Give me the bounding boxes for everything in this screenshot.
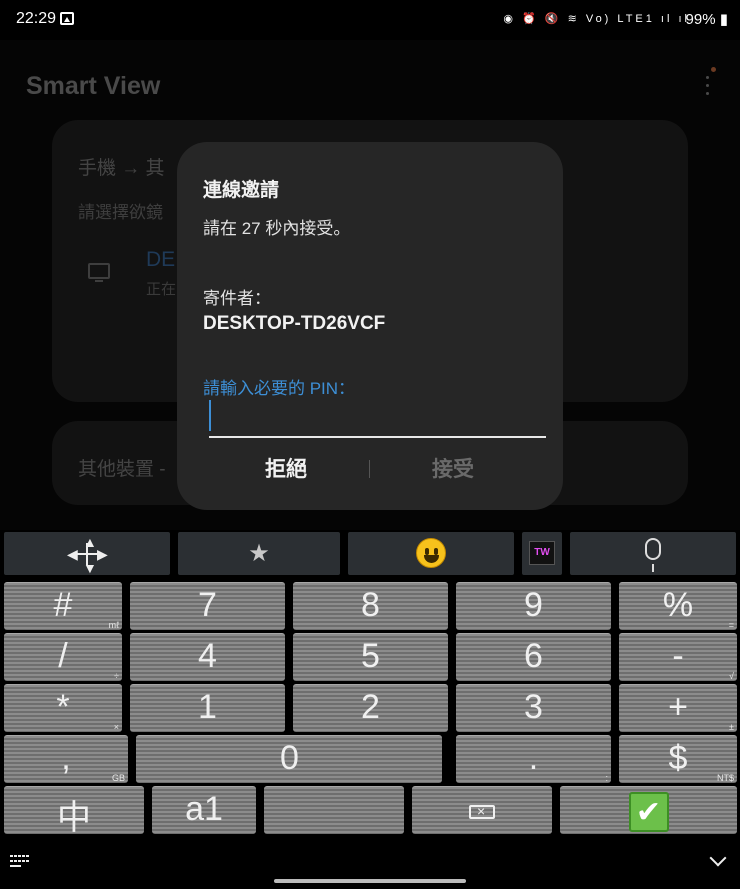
battery-level: 99% xyxy=(685,11,716,28)
backspace-icon xyxy=(469,803,495,819)
two-key[interactable]: 2 xyxy=(293,684,448,732)
space-key[interactable] xyxy=(264,786,404,834)
favorites-button[interactable]: ★ xyxy=(178,532,340,575)
status-bar: 22:29 ◉ ⏰ 🔇 ≋ Vo) LTE1 ıl ıl 99% ▮ xyxy=(0,0,740,40)
zero-key[interactable]: 0 xyxy=(136,735,442,783)
period-key[interactable]: .: xyxy=(456,735,611,783)
chevron-down-icon[interactable] xyxy=(709,849,727,867)
percent-key[interactable]: % = xyxy=(619,582,737,630)
six-key[interactable]: 6 xyxy=(456,633,611,681)
monitor-icon xyxy=(88,263,110,282)
status-icons: ◉ ⏰ 🔇 ≋ Vo) LTE1 ıl ıl xyxy=(503,13,690,25)
asterisk-key[interactable]: * × xyxy=(4,684,122,732)
move-icon: ▲ ▼ ◀ ▶ xyxy=(67,533,108,576)
five-key[interactable]: 5 xyxy=(293,633,448,681)
navigation-bar xyxy=(0,840,740,889)
other-devices-title[interactable]: 其他裝置 - xyxy=(78,454,166,481)
one-key[interactable]: 1 xyxy=(130,684,285,732)
nine-key[interactable]: 9 xyxy=(456,582,611,630)
status-time: 22:29 xyxy=(16,10,57,27)
emoji-icon xyxy=(416,538,446,568)
reject-button[interactable]: 拒絕 xyxy=(203,453,369,483)
slash-key[interactable]: / ÷ xyxy=(4,633,122,681)
emoji-button[interactable] xyxy=(348,532,514,575)
alphanumeric-mode-key[interactable]: a1 xyxy=(152,786,256,834)
home-indicator[interactable] xyxy=(274,879,466,883)
tw-icon: TW xyxy=(529,541,555,565)
dialog-title: 連線邀請 xyxy=(203,180,280,201)
card-subtitle: 請選擇欲鏡 xyxy=(78,203,163,222)
hash-key[interactable]: # mℓ xyxy=(4,582,122,630)
comma-key[interactable]: , GB xyxy=(4,735,128,783)
pin-label: 請輸入必要的 PIN： xyxy=(203,379,356,398)
pin-input[interactable] xyxy=(209,398,546,438)
accept-button[interactable]: 接受 xyxy=(370,453,536,483)
keyboard-icon[interactable] xyxy=(10,855,30,867)
four-key[interactable]: 4 xyxy=(130,633,285,681)
sender-label: 寄件者： xyxy=(203,289,271,308)
text-cursor xyxy=(209,400,211,431)
dollar-key[interactable]: $ NT$ xyxy=(619,735,737,783)
plus-key[interactable]: + ± xyxy=(619,684,737,732)
sender-name: DESKTOP-TD26VCF xyxy=(203,313,386,334)
app-title: Smart View xyxy=(26,72,161,100)
connection-invite-dialog: 連線邀請 請在 27 秒內接受。 寄件者： DESKTOP-TD26VCF 請輸… xyxy=(177,142,563,510)
gallery-icon xyxy=(60,12,74,25)
voice-input-button[interactable] xyxy=(570,532,736,575)
device-status: 正在 xyxy=(146,281,177,298)
seven-key[interactable]: 7 xyxy=(130,582,285,630)
checkmark-icon: ✔ xyxy=(628,792,669,832)
enter-key[interactable]: ✔ xyxy=(560,786,737,834)
minus-key[interactable]: - √ xyxy=(619,633,737,681)
more-options-icon[interactable] xyxy=(704,76,710,100)
star-icon: ★ xyxy=(248,540,270,567)
three-key[interactable]: 3 xyxy=(456,684,611,732)
notification-dot xyxy=(711,67,716,72)
backspace-key[interactable] xyxy=(412,786,552,834)
device-name[interactable]: DE xyxy=(146,248,175,272)
keyboard: ▲ ▼ ◀ ▶ ★ TW # mℓ 7 8 9 % = / ÷ 4 5 6 - … xyxy=(0,530,740,840)
move-keyboard-button[interactable]: ▲ ▼ ◀ ▶ xyxy=(4,532,170,575)
dialog-message: 請在 27 秒內接受。 xyxy=(203,219,351,238)
chinese-mode-key[interactable]: 中 xyxy=(4,786,144,837)
battery-indicator: 99% ▮ xyxy=(685,11,728,28)
theme-button[interactable]: TW xyxy=(522,532,562,575)
eight-key[interactable]: 8 xyxy=(293,582,448,630)
card-title: 手機 → 其 xyxy=(78,158,165,179)
mic-icon xyxy=(645,538,661,572)
